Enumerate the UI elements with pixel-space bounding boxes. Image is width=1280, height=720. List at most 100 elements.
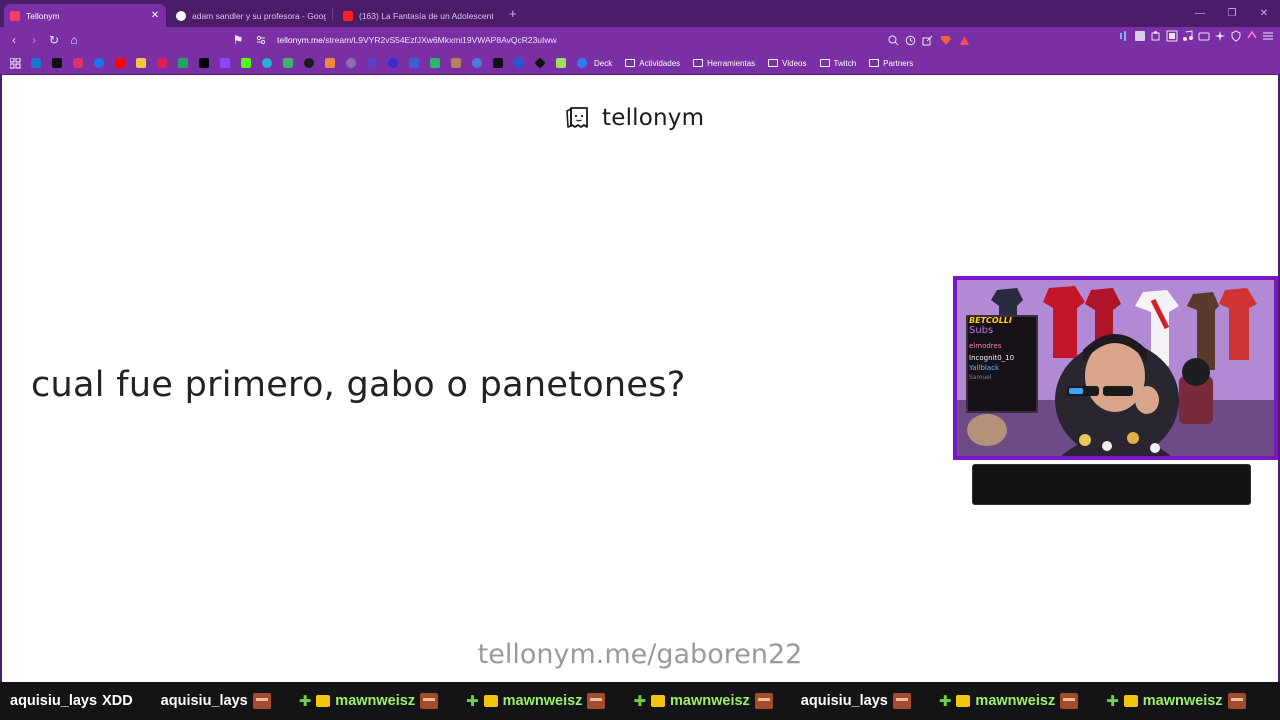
logo-text: tellonym xyxy=(602,105,705,131)
tiktok-bookmark-icon[interactable] xyxy=(48,54,66,72)
download-bookmark-icon[interactable] xyxy=(384,54,402,72)
share-icon[interactable] xyxy=(922,35,933,46)
google-favicon-icon xyxy=(176,10,186,21)
twitch-bookmark-icon[interactable] xyxy=(216,54,234,72)
tab-title: (163) La Fantasía de un Adolescente xyxy=(359,10,493,21)
drive-bookmark-icon[interactable] xyxy=(174,54,192,72)
emote-icon xyxy=(252,693,271,709)
crown-badge-icon xyxy=(483,695,498,707)
image-bookmark-icon[interactable] xyxy=(321,54,339,72)
r-bookmark-icon[interactable] xyxy=(510,54,528,72)
chat-username: aquisiu_lays xyxy=(10,693,98,709)
restore-icon[interactable]: ❐ xyxy=(1216,0,1248,27)
chat-username: mawnweisz xyxy=(1142,693,1223,709)
kick-bookmark-icon[interactable] xyxy=(237,54,255,72)
notes-bookmark-icon[interactable] xyxy=(132,54,150,72)
folder-icon xyxy=(693,59,704,67)
chat-username: mawnweisz xyxy=(975,693,1056,709)
apps-grid-icon[interactable] xyxy=(6,54,24,72)
web-bookmark-icon[interactable] xyxy=(405,54,423,72)
bookmark-folder-videos[interactable]: Videos xyxy=(763,54,811,72)
deck-bookmark-icon[interactable] xyxy=(573,54,591,72)
reload-icon[interactable]: ↻ xyxy=(44,30,64,50)
bookmark-label: Twitch xyxy=(833,58,857,68)
bookmark-label: Actividades xyxy=(639,58,681,68)
vpn-shield-icon[interactable] xyxy=(1230,30,1242,42)
site-info-icon[interactable] xyxy=(256,35,266,45)
home-icon[interactable]: ⌂ xyxy=(64,30,84,50)
x-bookmark-icon[interactable] xyxy=(195,54,213,72)
forward-icon[interactable]: › xyxy=(24,30,44,50)
bookmark-deck[interactable]: Deck xyxy=(594,54,617,72)
slack-bookmark-icon[interactable] xyxy=(153,54,171,72)
tool-bookmark-icon[interactable] xyxy=(279,54,297,72)
loading-bookmark-icon[interactable] xyxy=(342,54,360,72)
wallet-icon[interactable] xyxy=(1198,30,1210,42)
music-icon[interactable] xyxy=(1182,30,1194,42)
youtube-favicon-icon xyxy=(343,10,353,21)
chat-message: aquisiu_lays xyxy=(801,693,911,709)
close-tab-icon[interactable]: ✕ xyxy=(150,10,160,21)
edge-bookmark-icon[interactable] xyxy=(258,54,276,72)
emote-icon xyxy=(1227,693,1246,709)
navigation-bar: ‹ › ↻ ⌂ ⚑ tellonym.me/stream/L9VYR2vS54E… xyxy=(0,27,1280,52)
chat-username: mawnweisz xyxy=(502,693,583,709)
photo-bookmark-icon[interactable] xyxy=(447,54,465,72)
bookmark-page-icon[interactable]: ⚑ xyxy=(228,30,248,50)
emote-icon xyxy=(587,693,606,709)
chat-username: aquisiu_lays xyxy=(160,693,248,709)
menu-icon[interactable] xyxy=(1262,30,1274,42)
puzzle-bookmark-icon[interactable] xyxy=(552,54,570,72)
chat-message: aquisiu_lays xyxy=(161,693,271,709)
tell-question: cual fue primero, gabo o panetones? xyxy=(31,365,686,405)
youtube-bookmark-icon[interactable] xyxy=(111,54,129,72)
emote-icon xyxy=(1060,693,1079,709)
sign-name: Yallblack xyxy=(969,364,1000,372)
chatgpt-bookmark-icon[interactable] xyxy=(300,54,318,72)
back-icon[interactable]: ‹ xyxy=(4,30,24,50)
outlook-bookmark-icon[interactable] xyxy=(27,54,45,72)
extension-a-icon[interactable] xyxy=(1134,30,1146,42)
drop-bookmark-icon[interactable] xyxy=(468,54,486,72)
facebook-bookmark-icon[interactable] xyxy=(90,54,108,72)
sub-badge-icon: ✚ xyxy=(298,693,312,710)
puzzle-icon[interactable] xyxy=(1150,30,1162,42)
bookmark-folder-twitch[interactable]: Twitch xyxy=(815,54,862,72)
capcut-bookmark-icon[interactable] xyxy=(489,54,507,72)
tab-youtube[interactable]: (163) La Fantasía de un Adolescente xyxy=(337,4,499,27)
bookmark-folder-partners[interactable]: Partners xyxy=(864,54,918,72)
sparkle-icon[interactable] xyxy=(1214,30,1226,42)
chat-bookmark-icon[interactable] xyxy=(426,54,444,72)
tellonym-logo[interactable]: tellonym xyxy=(565,103,704,133)
chat-message: ✚ mawnweisz xyxy=(633,692,773,710)
arc-bookmark-icon[interactable] xyxy=(363,54,381,72)
close-window-icon[interactable]: ✕ xyxy=(1248,0,1280,27)
bookmarks-bar: Deck Actividades Herramientas Videos Twi… xyxy=(0,52,1280,74)
extension-b-icon[interactable] xyxy=(1166,30,1178,42)
bookmark-folder-herramientas[interactable]: Herramientas xyxy=(688,54,760,72)
url-text[interactable]: tellonym.me/stream/L9VYR2vS54EzfJXw6Mkxm… xyxy=(277,35,557,45)
tab-tellonym[interactable]: Tellonym ✕ xyxy=(4,4,166,27)
diamond-bookmark-icon[interactable] xyxy=(531,54,549,72)
tab-google-search[interactable]: adam sandler y su profesora - Googl xyxy=(170,4,332,27)
bookmark-folder-actividades[interactable]: Actividades xyxy=(620,54,685,72)
folder-icon xyxy=(869,59,880,67)
window-controls: — ❐ ✕ xyxy=(1184,0,1280,27)
minimize-icon[interactable]: — xyxy=(1184,0,1216,27)
history-icon[interactable] xyxy=(905,35,916,46)
bookmark-label: Videos xyxy=(782,58,807,68)
tab-strip: Tellonym ✕ adam sandler y su profesora -… xyxy=(0,0,1280,27)
sign-name: Incognit0_10 xyxy=(969,354,1015,362)
instagram-bookmark-icon[interactable] xyxy=(69,54,87,72)
rewards-icon[interactable] xyxy=(959,35,970,46)
leo-icon[interactable] xyxy=(1246,30,1258,42)
brave-shield-icon[interactable] xyxy=(939,35,953,46)
emote-icon xyxy=(892,693,911,709)
media-icon[interactable] xyxy=(1118,30,1130,42)
address-bar[interactable]: ⚑ tellonym.me/stream/L9VYR2vS54EzfJXw6Mk… xyxy=(228,30,970,50)
crown-badge-icon xyxy=(956,695,971,707)
profile-link[interactable]: tellonym.me/gaboren22 xyxy=(2,639,1278,670)
new-tab-icon[interactable]: + xyxy=(509,6,517,21)
zoom-icon[interactable] xyxy=(888,35,899,46)
sub-badge-icon: ✚ xyxy=(633,693,647,710)
